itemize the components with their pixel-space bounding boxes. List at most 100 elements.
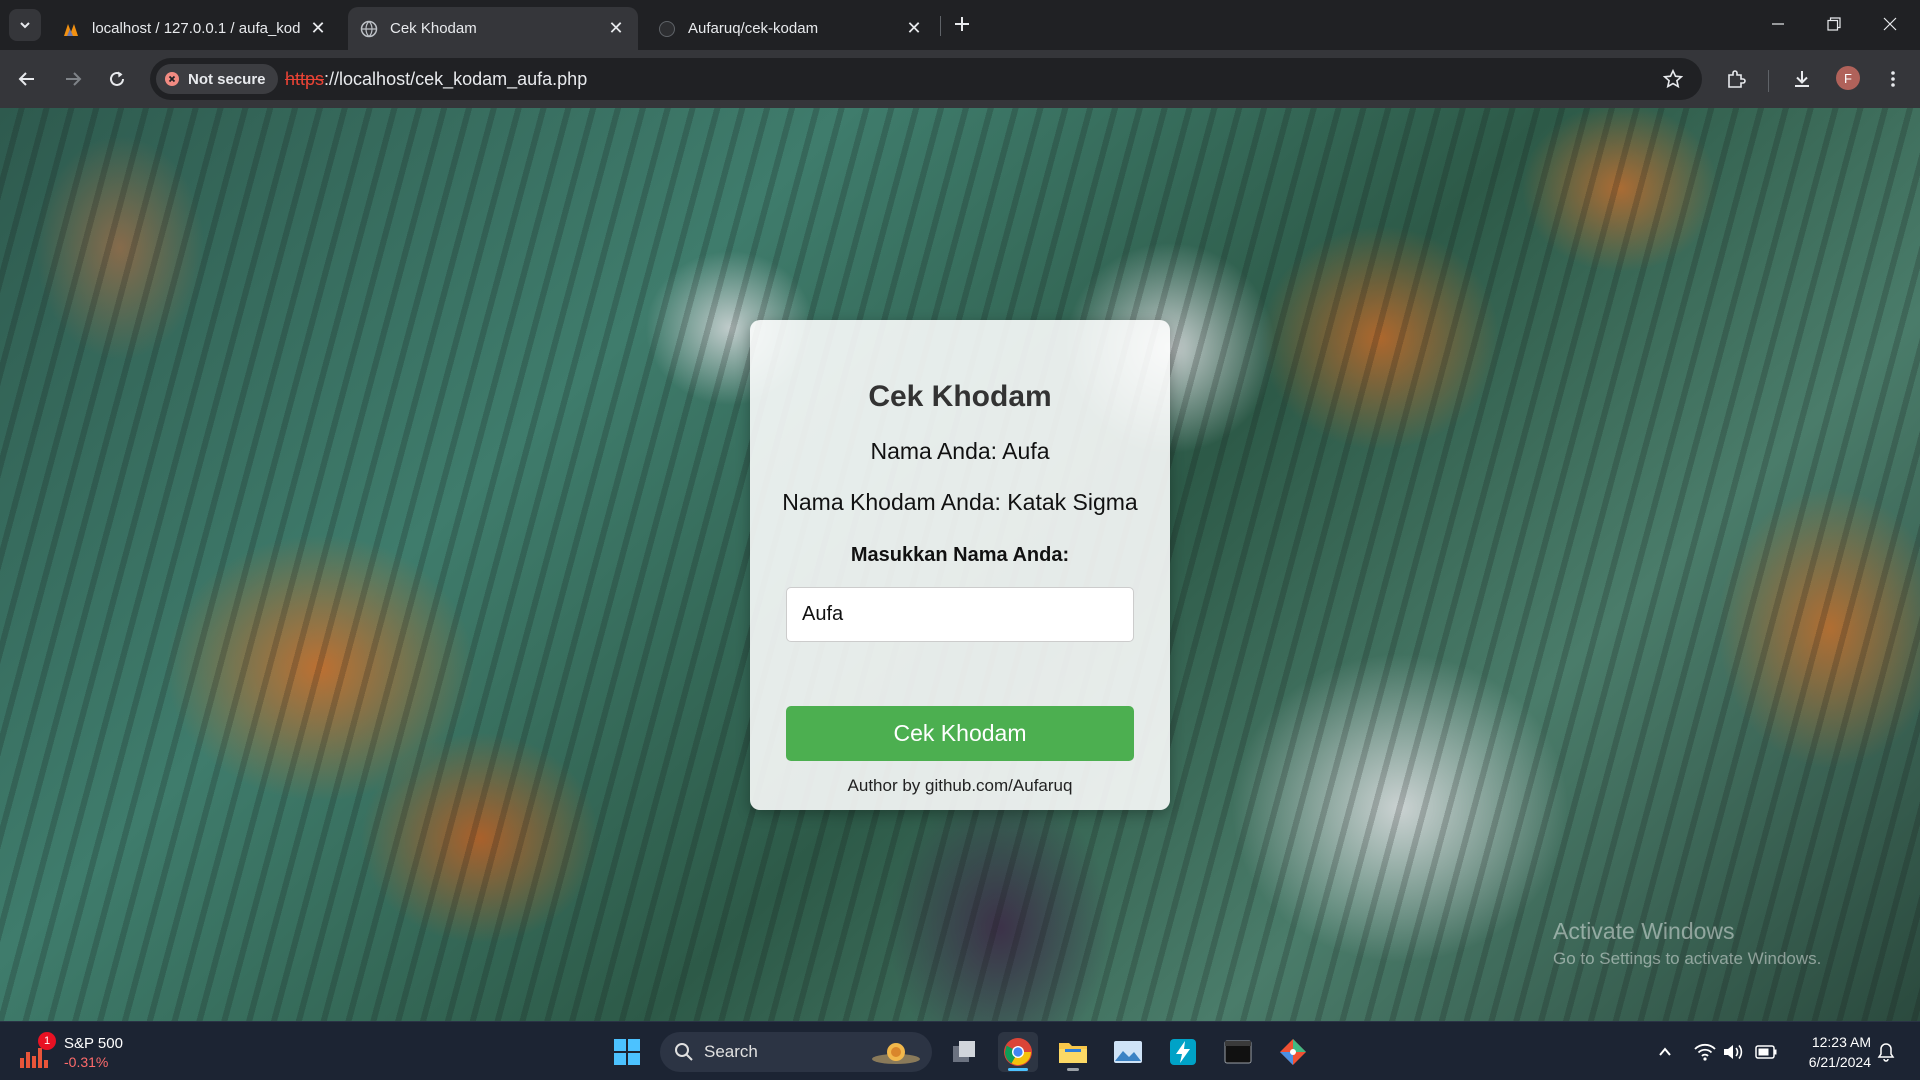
- wifi-icon: [1694, 1043, 1716, 1061]
- photos-icon: [1114, 1041, 1142, 1063]
- globe-icon: [360, 20, 378, 38]
- chrome-icon: [1004, 1038, 1032, 1066]
- not-secure-icon: [165, 72, 179, 86]
- bell-icon: [1877, 1043, 1895, 1062]
- stock-widget[interactable]: 1 S&P 500 -0.31%: [20, 1032, 140, 1072]
- close-icon[interactable]: ✕: [308, 18, 328, 39]
- khodam-card: Cek Khodam Nama Anda: Aufa Nama Khodam A…: [750, 320, 1170, 810]
- url-path: ://localhost/cek_kodam_aufa.php: [324, 69, 588, 89]
- chrome-app[interactable]: [998, 1032, 1038, 1072]
- page-title: Cek Khodam: [868, 380, 1052, 413]
- restore-button[interactable]: [1806, 0, 1862, 48]
- tab-separator: [940, 16, 941, 36]
- tab-cek-khodam[interactable]: Cek Khodam ✕: [348, 7, 638, 50]
- url-text[interactable]: https://localhost/cek_kodam_aufa.php: [285, 69, 587, 90]
- tab-github[interactable]: Aufaruq/cek-kodam ✕: [646, 7, 936, 50]
- volume-button[interactable]: [1721, 1040, 1745, 1064]
- terminal-app[interactable]: [1218, 1032, 1258, 1072]
- chevron-up-icon: [1659, 1047, 1671, 1056]
- name-input[interactable]: [786, 587, 1134, 642]
- github-icon: [658, 20, 676, 38]
- downloads-button[interactable]: [1785, 62, 1819, 96]
- name-result: Nama Anda: Aufa: [870, 438, 1050, 464]
- notification-badge: 1: [38, 1032, 56, 1050]
- power-automate-app[interactable]: [1163, 1032, 1203, 1072]
- menu-button[interactable]: [1876, 62, 1910, 96]
- notifications-button[interactable]: [1874, 1040, 1898, 1064]
- khodam-result: Nama Khodam Anda: Katak Sigma: [782, 489, 1138, 515]
- widget-name: S&P 500: [64, 1035, 123, 1052]
- terminal-icon: [1224, 1040, 1252, 1064]
- tab-title: Aufaruq/cek-kodam: [688, 20, 819, 37]
- battery-icon: [1755, 1045, 1777, 1059]
- watermark-subtitle: Go to Settings to activate Windows.: [1553, 949, 1822, 968]
- clock-date: 6/21/2024: [1808, 1054, 1871, 1070]
- running-indicator: [1067, 1068, 1079, 1071]
- close-icon[interactable]: ✕: [606, 18, 626, 39]
- taskbar-search[interactable]: Search: [660, 1032, 932, 1072]
- taskbar-clock[interactable]: 12:23 AM 6/21/2024: [1785, 1032, 1871, 1072]
- extensions-button[interactable]: [1719, 62, 1753, 96]
- reload-button[interactable]: [100, 62, 134, 96]
- minimize-button[interactable]: [1750, 0, 1806, 48]
- url-scheme: https: [285, 69, 325, 89]
- close-icon: [1883, 17, 1897, 31]
- windows-logo-icon: [614, 1039, 640, 1065]
- browser-toolbar: Not secure https://localhost/cek_kodam_a…: [0, 50, 1920, 108]
- close-window-button[interactable]: [1862, 0, 1918, 48]
- search-placeholder: Search: [704, 1042, 758, 1061]
- back-button[interactable]: [10, 62, 44, 96]
- task-view-button[interactable]: [944, 1032, 984, 1072]
- file-explorer-app[interactable]: [1053, 1032, 1093, 1072]
- name-input-label: Masukkan Nama Anda:: [850, 544, 1070, 566]
- forward-arrow-icon: [66, 72, 82, 86]
- security-label: Not secure: [188, 70, 266, 88]
- show-hidden-icons-button[interactable]: [1653, 1040, 1677, 1064]
- puzzle-icon: [1728, 70, 1746, 88]
- git-app[interactable]: [1273, 1032, 1313, 1072]
- more-vert-icon: [1891, 71, 1895, 87]
- taskbar: 1 S&P 500 -0.31% Search 12:23 AM 6/21/20…: [0, 1021, 1920, 1080]
- search-icon: [675, 1043, 693, 1061]
- minimize-icon: [1772, 23, 1784, 25]
- close-icon[interactable]: ✕: [904, 18, 924, 39]
- page-background: Cek Khodam Nama Anda: Aufa Nama Khodam A…: [0, 108, 1920, 1021]
- activate-windows-watermark: Activate Windows Go to Settings to activ…: [1553, 918, 1821, 969]
- chevron-down-icon: [20, 22, 30, 29]
- restore-icon: [1827, 17, 1841, 31]
- bookmark-button[interactable]: [1656, 62, 1690, 96]
- network-button[interactable]: [1693, 1040, 1717, 1064]
- search-highlight-icon: [872, 1043, 920, 1064]
- cek-khodam-button[interactable]: Cek Khodam: [786, 706, 1134, 761]
- tab-title: Cek Khodam: [390, 20, 477, 37]
- reload-icon: [110, 71, 124, 86]
- author-credit: Author by github.com/Aufaruq: [847, 776, 1073, 795]
- speaker-icon: [1724, 1044, 1743, 1060]
- profile-avatar[interactable]: F: [1836, 66, 1860, 90]
- git-icon: [1280, 1039, 1306, 1065]
- forward-button[interactable]: [56, 62, 90, 96]
- task-view-icon: [953, 1041, 975, 1062]
- toolbar-separator: [1768, 70, 1769, 92]
- star-icon: [1663, 69, 1683, 89]
- tab-strip: localhost / 127.0.0.1 / aufa_kod ✕ Cek K…: [0, 0, 1920, 50]
- tab-search-button[interactable]: [9, 9, 41, 41]
- battery-button[interactable]: [1754, 1040, 1778, 1064]
- phpmyadmin-icon: [62, 20, 80, 38]
- tab-title: localhost / 127.0.0.1 / aufa_kod: [92, 20, 301, 37]
- back-arrow-icon: [18, 72, 34, 86]
- folder-icon: [1059, 1043, 1087, 1063]
- address-bar[interactable]: Not secure https://localhost/cek_kodam_a…: [150, 58, 1702, 100]
- widget-change: -0.31%: [64, 1054, 109, 1070]
- watermark-title: Activate Windows: [1553, 918, 1735, 944]
- photos-app[interactable]: [1108, 1032, 1148, 1072]
- download-icon: [1795, 71, 1809, 87]
- new-tab-button[interactable]: [948, 10, 976, 38]
- lightning-icon: [1170, 1039, 1196, 1065]
- tab-phpmyadmin[interactable]: localhost / 127.0.0.1 / aufa_kod ✕: [50, 7, 340, 50]
- clock-time: 12:23 AM: [1811, 1034, 1871, 1050]
- security-chip[interactable]: Not secure: [156, 64, 278, 94]
- plus-icon: [955, 17, 969, 31]
- start-button[interactable]: [607, 1032, 647, 1072]
- active-indicator: [1008, 1068, 1028, 1071]
